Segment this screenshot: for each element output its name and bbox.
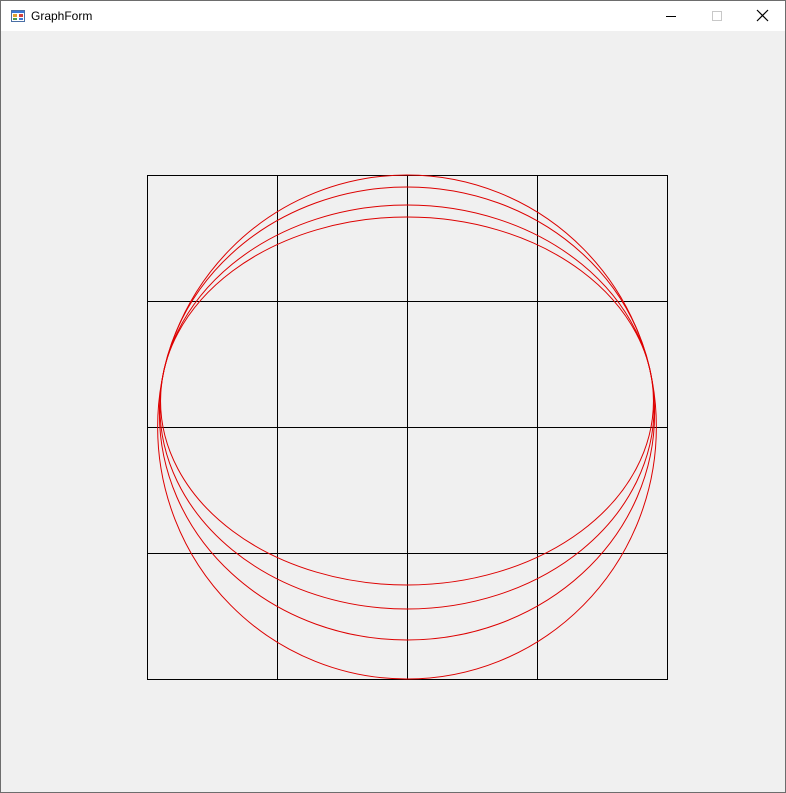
maximize-button[interactable] (694, 1, 740, 31)
window-title: GraphForm (31, 9, 93, 23)
maximize-icon (712, 11, 722, 21)
title-bar[interactable]: GraphForm (1, 1, 785, 31)
close-icon (756, 9, 769, 22)
minimize-icon (666, 16, 676, 17)
graphform-window: GraphForm (0, 0, 786, 793)
grid (147, 175, 668, 680)
graph-canvas (147, 174, 668, 680)
graph-client-area (1, 31, 785, 792)
close-button[interactable] (739, 1, 785, 31)
minimize-button[interactable] (648, 1, 694, 31)
form-app-icon (11, 10, 25, 22)
